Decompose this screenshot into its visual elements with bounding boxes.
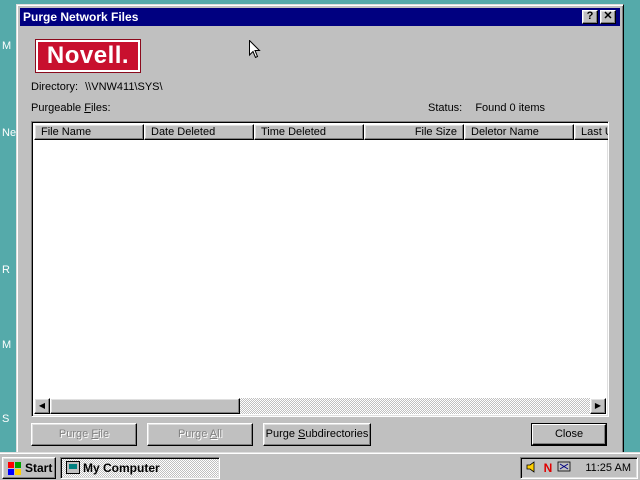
horizontal-scrollbar[interactable]: ◀ ▶ [34,398,606,414]
label-part: iles: [90,102,111,114]
status-label: Status: [428,102,463,114]
column-header-deletor-name[interactable]: Deletor Name [464,124,574,140]
label-part: Purge [177,428,210,440]
scroll-right-button[interactable]: ▶ [590,398,606,414]
status-value: Found 0 items [475,102,546,114]
purgeable-files-list[interactable]: File Name Date Deleted Time Deleted File… [31,121,609,417]
purgeable-files-label: Purgeable Files: [31,102,111,114]
scroll-left-button[interactable]: ◀ [34,398,50,414]
purge-all-button[interactable]: Purge All [147,423,253,446]
mnemonic: F [84,102,91,114]
directory-label: Directory: [31,81,79,93]
purge-file-button[interactable]: Purge File [31,423,137,446]
label-part: ubdirectories [305,428,369,440]
windows-logo-icon [7,461,22,475]
status-row: Status: Found 0 items [428,102,545,114]
label-part: Purgeable [31,102,85,114]
arrow-right-icon: ▶ [594,401,602,410]
label-part: Purge [265,428,299,440]
column-header-time-deleted[interactable]: Time Deleted [254,124,364,140]
title-bar[interactable]: Purge Network Files ? ✕ [20,8,620,26]
column-header-last-u[interactable]: Last U [574,124,608,140]
logo-text: Novell [46,42,122,69]
mouse-cursor-icon [249,40,261,59]
list-header: File Name Date Deleted Time Deleted File… [34,124,608,140]
purge-network-files-dialog: Purge Network Files ? ✕ Novell. Director… [16,4,624,456]
column-header-file-name[interactable]: File Name [34,124,144,140]
close-button-face: Close [532,424,606,445]
list-body[interactable] [34,140,606,398]
help-icon: ? [586,10,594,22]
network-tray-icon[interactable] [557,461,571,475]
novell-tray-icon[interactable]: N [541,461,555,475]
start-label: Start [25,461,53,475]
directory-value: \\VNW411\SYS\ [85,81,163,93]
scroll-thumb[interactable] [50,398,240,414]
purge-subdirectories-button[interactable]: Purge Subdirectories [263,423,371,446]
logo-mark: . [121,42,130,69]
start-button[interactable]: Start [2,457,56,479]
label-part: Purge [58,428,92,440]
speaker-icon[interactable] [525,461,539,475]
label-part: ll [217,428,223,440]
novell-logo: Novell. [35,39,141,73]
close-icon: ✕ [603,10,613,22]
taskbar: Start My Computer N 11:25 AM [0,452,640,480]
close-button[interactable]: Close [531,423,607,446]
arrow-left-icon: ◀ [38,401,46,410]
clock[interactable]: 11:25 AM [585,458,631,478]
window-title: Purge Network Files [23,10,139,24]
computer-icon [66,461,80,474]
directory-row: Directory: \\VNW411\SYS\ [31,81,163,93]
close-window-button[interactable]: ✕ [600,10,616,24]
column-header-file-size[interactable]: File Size [364,124,464,140]
system-tray: N 11:25 AM [520,457,638,479]
help-button[interactable]: ? [582,10,598,24]
task-label: My Computer [83,461,160,475]
taskbar-button-my-computer[interactable]: My Computer [60,457,220,479]
column-header-date-deleted[interactable]: Date Deleted [144,124,254,140]
label-part: ile [98,428,110,440]
